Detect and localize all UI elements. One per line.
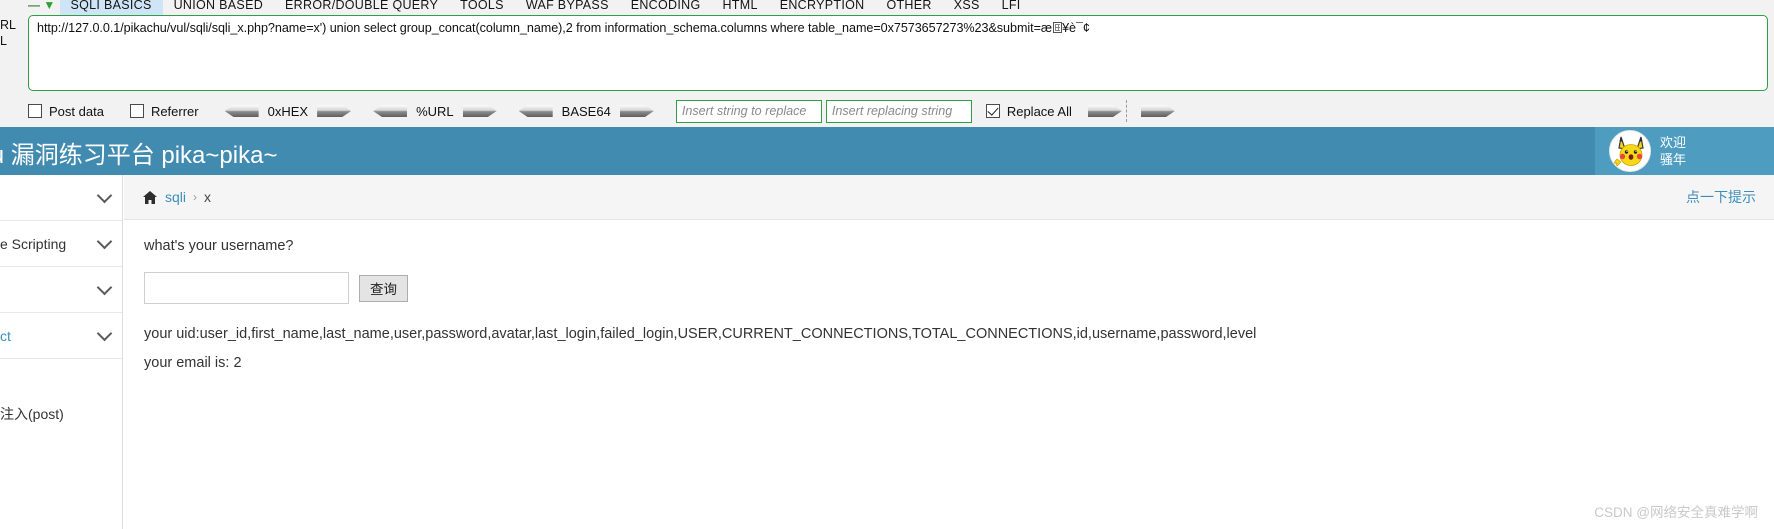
sidebar-item-label: e Scripting <box>0 235 67 252</box>
replace-apply-arrow-icon[interactable] <box>1087 105 1122 117</box>
encoder-url: %URL <box>373 104 497 119</box>
breadcrumb-parent[interactable]: sqli <box>165 189 186 205</box>
url-label-line2: L <box>0 34 7 48</box>
sidebar-item-3[interactable] <box>0 267 122 313</box>
tab-encoding[interactable]: ENCODING <box>620 0 712 15</box>
user-panel[interactable]: 欢迎 骚年 <box>1595 127 1774 175</box>
green-down-arrow-icon[interactable]: ▼ <box>43 0 55 12</box>
pikachu-avatar-icon <box>1612 136 1644 169</box>
encoder-base64: BASE64 <box>518 103 654 119</box>
page-title: achu 漏洞练习平台 pika~pika~ <box>0 142 278 169</box>
welcome-text: 欢迎 骚年 <box>1660 134 1686 168</box>
sidebar-item-cross-site-scripting[interactable]: e Scripting <box>0 221 122 267</box>
chevron-down-icon <box>96 325 113 342</box>
post-data-checkbox[interactable]: Post data <box>28 104 104 119</box>
replace-all-label: Replace All <box>1006 103 1072 119</box>
main-content: what's your username? 查询 your uid:user_i… <box>124 220 1774 529</box>
encoder-base64-label: BASE64 <box>561 103 611 119</box>
tab-other[interactable]: OTHER <box>875 0 942 15</box>
replace-with-input[interactable]: Insert replacing string <box>825 99 972 123</box>
send-arrow-icon[interactable] <box>1140 105 1175 117</box>
username-query-form: 查询 <box>144 272 1754 304</box>
question-label: what's your username? <box>144 238 294 254</box>
referrer-label: Referrer <box>150 103 199 119</box>
decode-arrow-left-icon[interactable] <box>224 105 259 117</box>
sidebar-item-label: 注入(post) <box>0 406 64 422</box>
site-header: achu 漏洞练习平台 pika~pika~ 欢迎 骚年 <box>0 127 1774 175</box>
sidebar: e Scripting ct 注入(post) <box>0 175 123 529</box>
url-label-line1: RL <box>0 18 16 32</box>
tab-sqli-basics[interactable]: SQLI BASICS <box>59 0 163 15</box>
tab-nav-icons: — ▼ <box>0 0 60 12</box>
url-field-label: RL L <box>0 18 16 48</box>
tab-lfi[interactable]: LFI <box>991 0 1032 15</box>
encode-arrow-right-icon[interactable] <box>317 105 352 117</box>
checkbox-box-icon <box>985 104 1000 118</box>
tab-waf-bypass[interactable]: WAF BYPASS <box>515 0 620 15</box>
tab-html[interactable]: HTML <box>711 0 768 15</box>
checkbox-box-icon <box>28 104 42 118</box>
encode-arrow-right-icon[interactable] <box>619 105 654 117</box>
dash-icon: — <box>28 0 41 12</box>
sidebar-item-label: ct <box>0 327 11 344</box>
result-uid-text: your uid:user_id,first_name,last_name,us… <box>144 326 1257 342</box>
encoder-hex-label: 0xHEX <box>267 103 309 119</box>
decode-arrow-left-icon[interactable] <box>518 105 553 117</box>
decode-arrow-left-icon[interactable] <box>373 105 408 117</box>
breadcrumb-bar: sqli › x 点一下提示 <box>124 175 1774 220</box>
breadcrumb-separator: › <box>193 190 198 204</box>
welcome-line-1: 欢迎 <box>1660 135 1687 150</box>
replacement-char-icon <box>1052 22 1062 33</box>
url-text-head: http://127.0.0.1/pikachu/vul/sqli/sqli_x… <box>37 21 1053 35</box>
referrer-checkbox[interactable]: Referrer <box>129 103 199 119</box>
encoder-hex: 0xHEX <box>224 103 352 119</box>
submit-button[interactable]: 查询 <box>359 274 408 302</box>
hint-link[interactable]: 点一下提示 <box>1686 187 1756 207</box>
chevron-down-icon <box>96 279 113 296</box>
sidebar-item-sql-inject[interactable]: ct <box>0 313 122 359</box>
avatar <box>1609 130 1651 172</box>
tab-tools[interactable]: TOOLS <box>449 0 515 15</box>
checkbox-box-icon <box>129 104 144 118</box>
chevron-down-icon <box>96 187 113 204</box>
tab-encryption[interactable]: ENCRYPTION <box>769 0 876 15</box>
sidebar-item-post-inject[interactable]: 注入(post) <box>0 389 122 439</box>
username-input[interactable] <box>144 272 349 304</box>
tool-options-row: Post data Referrer 0xHEX %URL BASE64 Ins… <box>28 97 1175 125</box>
url-text-tail: ¥è¯¢ <box>1062 21 1090 35</box>
home-icon[interactable] <box>142 190 158 205</box>
encoder-url-label: %URL <box>416 103 454 119</box>
tab-xss[interactable]: XSS <box>943 0 991 15</box>
url-input-text: http://127.0.0.1/pikachu/vul/sqli/sqli_x… <box>37 20 1759 36</box>
breadcrumb: sqli › x <box>142 189 211 205</box>
post-data-label: Post data <box>49 103 104 119</box>
sidebar-item-1[interactable] <box>0 175 122 221</box>
chevron-down-icon <box>96 233 113 250</box>
encode-arrow-right-icon[interactable] <box>462 105 497 117</box>
replace-all-checkbox[interactable]: Replace All <box>985 103 1072 119</box>
tool-tab-bar: — ▼ SQLI BASICS UNION BASED ERROR/DOUBLE… <box>0 0 1032 15</box>
tab-union-based[interactable]: UNION BASED <box>163 0 274 15</box>
breadcrumb-current: x <box>204 189 212 205</box>
toolbar-divider <box>1125 100 1127 122</box>
replace-find-input[interactable]: Insert string to replace <box>675 99 822 123</box>
watermark: CSDN @网络安全真难学啊 <box>1594 505 1758 520</box>
url-input[interactable]: http://127.0.0.1/pikachu/vul/sqli/sqli_x… <box>28 15 1768 91</box>
sqli-tool-window: — ▼ SQLI BASICS UNION BASED ERROR/DOUBLE… <box>0 0 1774 127</box>
result-email-text: your email is: 2 <box>144 355 242 371</box>
welcome-line-2: 骚年 <box>1660 152 1687 167</box>
tab-error-double-query[interactable]: ERROR/DOUBLE QUERY <box>274 0 449 15</box>
